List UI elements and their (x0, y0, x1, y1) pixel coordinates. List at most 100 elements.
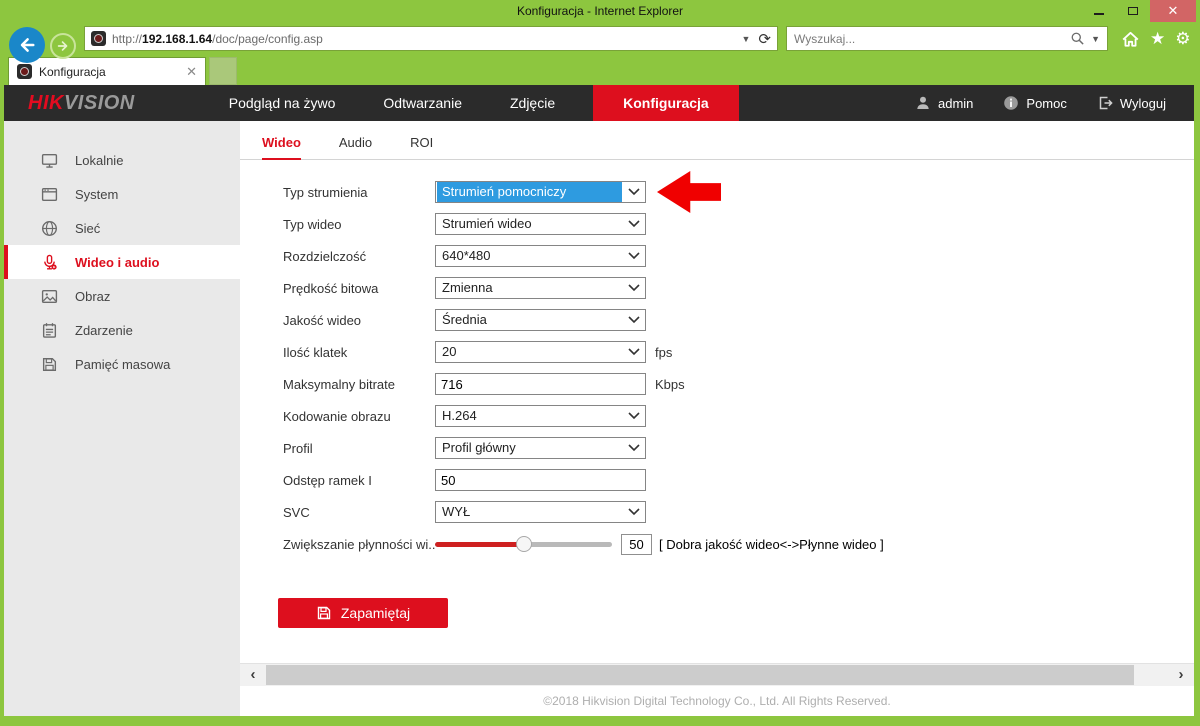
sidebar-item-system[interactable]: System (4, 177, 240, 211)
maximize-button[interactable] (1116, 0, 1150, 22)
sidebar: Lokalnie System Sieć Wideo i audio Obraz… (4, 121, 240, 716)
bottom-strip: ‹ › ©2018 Hikvision Digital Technology C… (240, 663, 1194, 716)
minimize-button[interactable] (1082, 0, 1116, 22)
content: WideoAudioROI Typ strumienia Strumień po… (240, 121, 1194, 663)
address-bar[interactable]: http://192.168.1.64/doc/page/config.asp … (84, 26, 778, 51)
tab-wideo[interactable]: Wideo (262, 135, 301, 160)
save-button[interactable]: Zapamiętaj (278, 598, 448, 628)
home-icon[interactable] (1121, 30, 1140, 48)
video-encoding-value: H.264 (437, 406, 622, 426)
browser-toolbar: http://192.168.1.64/doc/page/config.asp … (0, 22, 1200, 55)
tab-bar: Konfiguracja ✕ (0, 55, 1200, 85)
form-row-label: Maksymalny bitrate (283, 377, 435, 392)
search-box[interactable]: Wyszukaj... ▼ (786, 26, 1108, 51)
chevron-down-icon[interactable] (623, 220, 645, 228)
favorites-star-icon[interactable]: ★ (1150, 30, 1165, 47)
image-icon (41, 288, 58, 305)
address-dropdown-icon[interactable]: ▼ (742, 34, 751, 44)
nav-item-0[interactable]: Podgląd na żywo (205, 85, 360, 121)
i-frame-interval-input[interactable] (435, 469, 646, 491)
maximize-icon (1128, 7, 1138, 15)
scrollbar-thumb[interactable] (266, 665, 1134, 685)
sidebar-item-label: Pamięć masowa (75, 357, 170, 372)
sidebar-item-label: Obraz (75, 289, 110, 304)
search-icon[interactable] (1070, 31, 1085, 46)
horizontal-scrollbar[interactable]: ‹ › (240, 664, 1194, 686)
slider-knob[interactable] (516, 536, 532, 552)
tab-favicon-icon (17, 64, 32, 79)
form-row-max-bitrate: Maksymalny bitrate Kbps (283, 368, 1194, 400)
tab-close-icon[interactable]: ✕ (186, 64, 197, 80)
tab-audio[interactable]: Audio (339, 135, 372, 159)
sidebar-item-label: Sieć (75, 221, 100, 236)
smoothing-value-input[interactable] (621, 534, 652, 555)
video-encoding-select[interactable]: H.264 (435, 405, 646, 427)
nav-item-3[interactable]: Konfiguracja (593, 85, 739, 121)
titlebar: Konfiguracja - Internet Explorer ✕ (0, 0, 1200, 22)
user-icon (915, 95, 931, 111)
form-row-label: SVC (283, 505, 435, 520)
nav-item-1[interactable]: Odtwarzanie (359, 85, 486, 121)
page-frame: HIKVISION Podgląd na żywoOdtwarzanieZdję… (0, 85, 1200, 716)
frame-rate-select[interactable]: 20 (435, 341, 646, 363)
save-button-label: Zapamiętaj (341, 605, 410, 621)
tab-roi[interactable]: ROI (410, 135, 433, 159)
refresh-icon[interactable]: ⟳ (758, 30, 771, 48)
scroll-right-icon[interactable]: › (1168, 664, 1194, 686)
logout-button[interactable]: Wyloguj (1097, 95, 1166, 111)
sidebar-item-label: System (75, 187, 118, 202)
chevron-down-icon[interactable] (623, 444, 645, 452)
chevron-down-icon[interactable] (623, 412, 645, 420)
sidebar-item-obraz[interactable]: Obraz (4, 279, 240, 313)
app-body: Lokalnie System Sieć Wideo i audio Obraz… (4, 121, 1194, 716)
save-icon (316, 605, 332, 621)
video-type-select[interactable]: Strumień wideo (435, 213, 646, 235)
form-row-video-encoding: Kodowanie obrazu H.264 (283, 400, 1194, 432)
sidebar-item-pamięć-masowa[interactable]: Pamięć masowa (4, 347, 240, 381)
chevron-down-icon[interactable] (623, 252, 645, 260)
annotation-arrow-icon (657, 171, 721, 213)
form-row-label: Profil (283, 441, 435, 456)
sidebar-item-wideo-i-audio[interactable]: Wideo i audio (4, 245, 240, 279)
user-label: admin (938, 96, 973, 111)
resolution-select[interactable]: 640*480 (435, 245, 646, 267)
search-dropdown-icon[interactable]: ▼ (1091, 34, 1100, 44)
chevron-down-icon[interactable] (623, 348, 645, 356)
logout-icon (1097, 95, 1113, 111)
chevron-down-icon[interactable] (623, 284, 645, 292)
smoothing-slider[interactable] (435, 536, 612, 552)
browser-tab-konfiguracja[interactable]: Konfiguracja ✕ (8, 57, 206, 85)
video-quality-select[interactable]: Średnia (435, 309, 646, 331)
sidebar-item-sieć[interactable]: Sieć (4, 211, 240, 245)
sidebar-item-lokalnie[interactable]: Lokalnie (4, 143, 240, 177)
chevron-down-icon[interactable] (623, 316, 645, 324)
nav-item-2[interactable]: Zdjęcie (486, 85, 579, 121)
svc-select[interactable]: WYŁ (435, 501, 646, 523)
user-menu[interactable]: admin (915, 95, 973, 111)
chevron-down-icon[interactable] (623, 508, 645, 516)
scroll-left-icon[interactable]: ‹ (240, 664, 266, 686)
profile-select[interactable]: Profil główny (435, 437, 646, 459)
svc-value: WYŁ (437, 502, 622, 522)
form-row-frame-rate: Ilość klatek 20fps (283, 336, 1194, 368)
bitrate-type-select[interactable]: Zmienna (435, 277, 646, 299)
close-button[interactable]: ✕ (1150, 0, 1196, 22)
minimize-icon (1094, 13, 1104, 15)
sidebar-item-zdarzenie[interactable]: Zdarzenie (4, 313, 240, 347)
form-row-label: Prędkość bitowa (283, 281, 435, 296)
help-button[interactable]: Pomoc (1003, 95, 1066, 111)
nav-item-label: Konfiguracja (623, 95, 709, 111)
form-row-label: Ilość klatek (283, 345, 435, 360)
microphone-icon (41, 254, 58, 271)
form-row-profile: Profil Profil główny (283, 432, 1194, 464)
chevron-down-icon[interactable] (623, 188, 645, 196)
new-tab-button[interactable] (209, 57, 237, 85)
max-bitrate-unit: Kbps (655, 377, 685, 392)
form-row-video-type: Typ wideo Strumień wideo (283, 208, 1194, 240)
settings-gear-icon[interactable]: ⚙ (1175, 30, 1190, 47)
max-bitrate-input[interactable] (435, 373, 646, 395)
back-button[interactable] (9, 27, 45, 63)
stream-type-select[interactable]: Strumień pomocniczy (435, 181, 646, 203)
nav-item-label: Podgląd na żywo (229, 95, 336, 111)
forward-button[interactable] (50, 33, 76, 59)
